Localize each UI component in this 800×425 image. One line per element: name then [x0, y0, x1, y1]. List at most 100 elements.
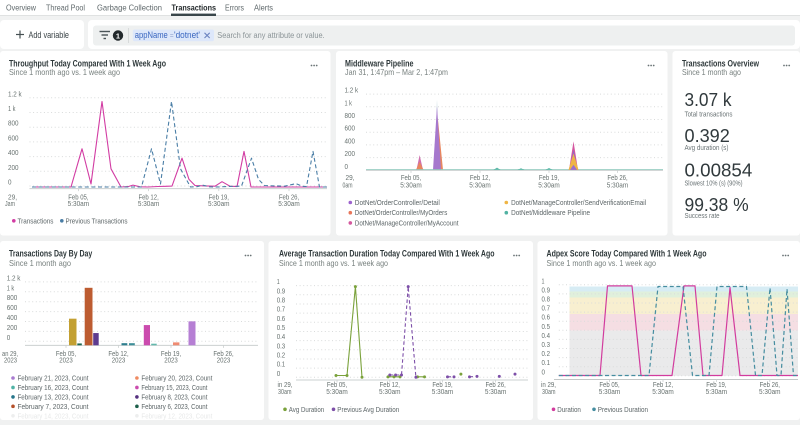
svg-text:DotNet/Middleware Pipeline: DotNet/Middleware Pipeline [511, 208, 590, 217]
svg-text:0.2: 0.2 [277, 350, 286, 359]
svg-text:5:30am: 5:30am [469, 180, 491, 189]
svg-text:February 12, 2023, Count: February 12, 2023, Count [141, 411, 213, 420]
svg-text:0.3: 0.3 [542, 340, 551, 349]
svg-text:0.9: 0.9 [542, 285, 551, 294]
svg-text:February 7, 2023, Count: February 7, 2023, Count [18, 402, 90, 411]
svg-text:5:30am: 5:30am [607, 180, 629, 189]
svg-text:800: 800 [7, 293, 18, 302]
svg-text:5:30am: 5:30am [68, 199, 90, 208]
svg-text:appName: appName [135, 30, 168, 40]
svg-text:3.07 k: 3.07 k [685, 89, 733, 110]
svg-text:0.3: 0.3 [277, 341, 286, 350]
svg-text:Since 1 month ago: Since 1 month ago [682, 67, 741, 77]
svg-text:600: 600 [7, 303, 18, 312]
svg-text:0: 0 [7, 333, 11, 342]
svg-text:1.2 k: 1.2 k [8, 89, 22, 98]
svg-text:5:30am: 5:30am [706, 387, 728, 396]
svg-text:0.1: 0.1 [542, 358, 551, 367]
svg-text:200: 200 [345, 149, 356, 158]
svg-text:30am: 30am [542, 387, 556, 396]
svg-text:0: 0 [8, 178, 12, 187]
svg-text:5:30am: 5:30am [599, 387, 621, 396]
svg-text:DotNet/OrderController/MyOrder: DotNet/OrderController/MyOrders [355, 208, 448, 217]
svg-text:5:30am: 5:30am [208, 199, 230, 208]
svg-text:0.8: 0.8 [277, 295, 286, 304]
svg-text:Jan 31, 1:47pm – Mar 2, 1:47pm: Jan 31, 1:47pm – Mar 2, 1:47pm [345, 67, 448, 77]
svg-text:0.5: 0.5 [542, 322, 551, 331]
svg-text:Adpex Score Today Compared Wit: Adpex Score Today Compared With 1 Week A… [547, 248, 707, 258]
svg-text:DotNet/OrderController/Detail: DotNet/OrderController/Detail [355, 198, 440, 207]
svg-text:Avg Duration: Avg Duration [289, 405, 324, 414]
svg-text:0.6: 0.6 [277, 314, 286, 323]
svg-text:1.2 k: 1.2 k [7, 273, 21, 282]
svg-text:0.6: 0.6 [542, 313, 551, 322]
svg-text:2023: 2023 [4, 355, 17, 364]
svg-text:Errors: Errors [225, 2, 244, 12]
svg-text:February 6, 2023, Count: February 6, 2023, Count [141, 402, 208, 411]
svg-text:5:30am: 5:30am [432, 387, 454, 396]
svg-text:Transactions: Transactions [172, 2, 217, 12]
svg-text:30am: 30am [278, 387, 292, 396]
svg-text:February 20, 2023, Count: February 20, 2023, Count [141, 374, 213, 383]
svg-text:0.9: 0.9 [277, 286, 286, 295]
svg-text:600: 600 [8, 133, 19, 142]
svg-text:DotNet/ManageController/SendVe: DotNet/ManageController/SendVerification… [511, 198, 646, 207]
svg-text:Since 1 month ago vs. 1 week a: Since 1 month ago vs. 1 week ago [9, 67, 120, 77]
svg-text:0am: 0am [343, 180, 353, 189]
svg-text:1: 1 [277, 277, 280, 286]
svg-text:Overview: Overview [6, 2, 37, 12]
svg-text:1: 1 [542, 276, 545, 285]
svg-text:0.7: 0.7 [542, 304, 551, 313]
svg-text:Slowest 10% (s) (90%): Slowest 10% (s) (90%) [685, 179, 743, 188]
svg-text:Previous Transactions: Previous Transactions [66, 216, 128, 225]
svg-text:Jam: Jam [5, 199, 15, 208]
svg-text:Transactions Day By Day: Transactions Day By Day [9, 248, 92, 258]
svg-text:5:30am: 5:30am [379, 387, 401, 396]
svg-text:200: 200 [8, 163, 19, 172]
svg-text:Since 1 month ago vs. 1 week a: Since 1 month ago vs. 1 week ago [279, 258, 388, 268]
svg-text:February 13, 2023, Count: February 13, 2023, Count [18, 392, 90, 401]
svg-text:5:30am: 5:30am [538, 180, 560, 189]
svg-text:Average Transaction Duration T: Average Transaction Duration Today Compa… [279, 248, 495, 258]
svg-text:5:30am: 5:30am [400, 180, 422, 189]
svg-text:0.7: 0.7 [277, 305, 286, 314]
svg-text:Garbage Collection: Garbage Collection [97, 2, 162, 12]
svg-text:400: 400 [8, 148, 19, 157]
svg-text:Previous Avg Duration: Previous Avg Duration [337, 405, 399, 414]
svg-text:0.4: 0.4 [277, 332, 286, 341]
svg-text:February 14, 2023, Count: February 14, 2023, Count [18, 411, 90, 420]
svg-text:0.4: 0.4 [542, 331, 551, 340]
svg-text:200: 200 [7, 323, 18, 332]
svg-text:0: 0 [345, 162, 349, 171]
svg-text:Total transactions: Total transactions [685, 109, 733, 118]
svg-text:400: 400 [7, 313, 18, 322]
svg-text:1: 1 [116, 31, 120, 40]
svg-text:Thread Pool: Thread Pool [46, 2, 85, 12]
svg-text:1.2 k: 1.2 k [345, 86, 359, 95]
svg-text:Alerts: Alerts [254, 2, 273, 12]
svg-text:5:30am: 5:30am [278, 199, 300, 208]
svg-text:800: 800 [345, 111, 356, 120]
svg-text:Transactions: Transactions [18, 216, 54, 225]
svg-text:1 k: 1 k [7, 283, 15, 292]
svg-text:2023: 2023 [164, 355, 178, 364]
svg-text:800: 800 [8, 119, 19, 128]
svg-text:February 15, 2023, Count: February 15, 2023, Count [141, 383, 208, 392]
svg-text:Previous Duration: Previous Duration [598, 405, 648, 414]
svg-text:600: 600 [345, 124, 356, 133]
svg-text:0.8: 0.8 [542, 295, 551, 304]
svg-text:5:30am: 5:30am [326, 387, 348, 396]
svg-text:0.1: 0.1 [277, 360, 286, 369]
svg-text:1 k: 1 k [8, 104, 16, 113]
svg-text:Success rate: Success rate [685, 211, 720, 220]
svg-text:5:30am: 5:30am [138, 199, 160, 208]
svg-text:0.2: 0.2 [542, 349, 551, 358]
svg-text:'dotnet': 'dotnet' [174, 30, 200, 40]
svg-text:5:30am: 5:30am [652, 387, 674, 396]
svg-text:5:30am: 5:30am [759, 387, 781, 396]
svg-text:2023: 2023 [217, 355, 231, 364]
svg-text:0.00854: 0.00854 [685, 159, 753, 180]
svg-text:0: 0 [542, 367, 546, 376]
svg-text:February 8, 2023, Count: February 8, 2023, Count [141, 392, 208, 401]
svg-text:Avg duration (s): Avg duration (s) [685, 143, 729, 152]
